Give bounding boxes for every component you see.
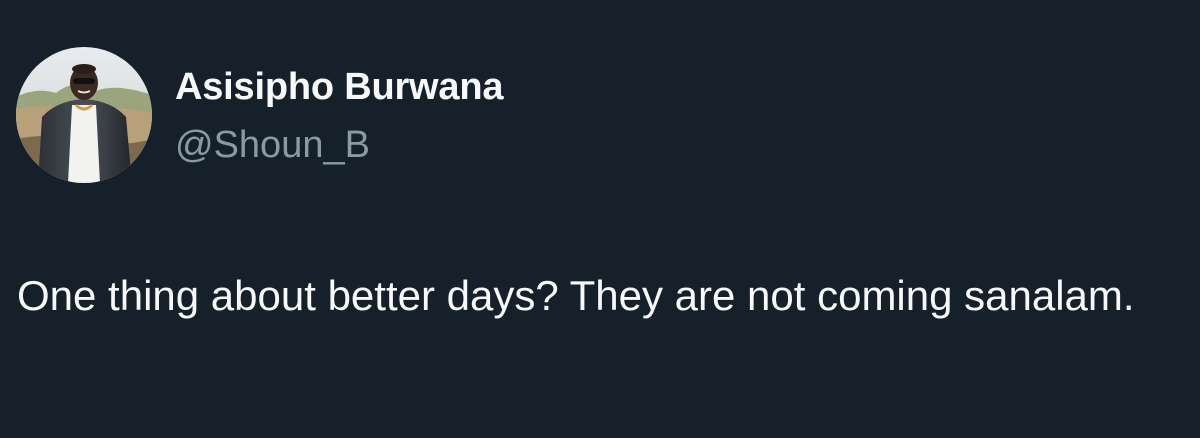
- tweet-card: Asisipho Burwana @Shoun_B One thing abou…: [0, 0, 1200, 438]
- avatar[interactable]: [16, 47, 152, 183]
- profile-photo: [16, 47, 152, 183]
- user-handle[interactable]: @Shoun_B: [175, 124, 370, 167]
- tweet-text: One thing about better days? They are no…: [17, 272, 1135, 319]
- display-name[interactable]: Asisipho Burwana: [175, 66, 504, 109]
